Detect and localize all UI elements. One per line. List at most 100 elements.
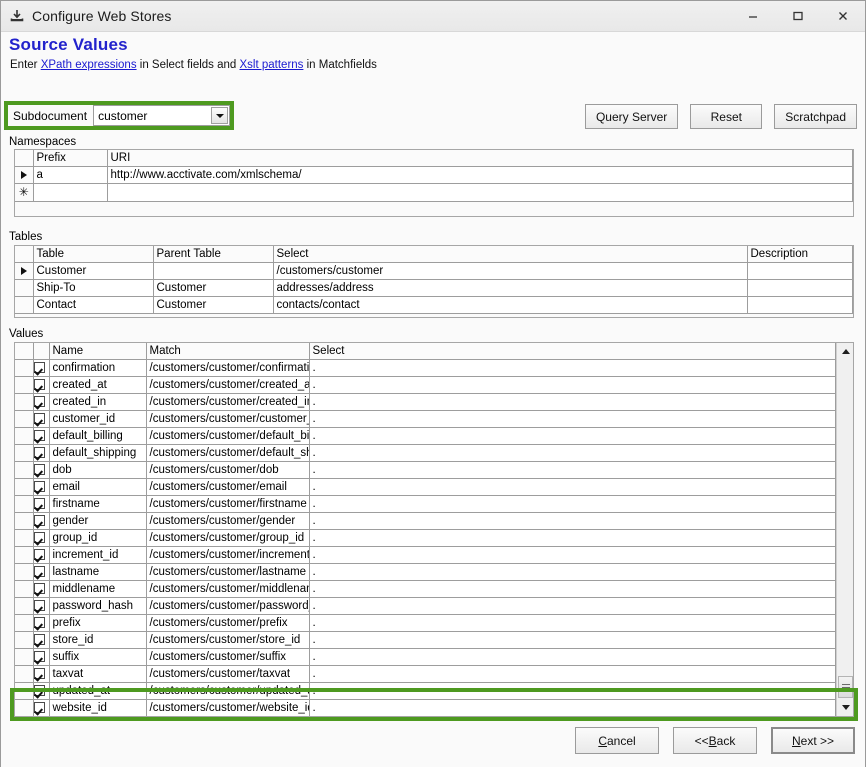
value-select[interactable]: . [309,563,836,581]
checkbox-icon[interactable] [33,583,45,595]
value-select[interactable]: . [309,648,836,666]
scrollbar-thumb[interactable] [838,676,853,698]
value-name[interactable]: default_billing [49,427,147,445]
value-enabled-checkbox[interactable] [33,512,50,530]
value-name[interactable]: password_hash [49,597,147,615]
table-name[interactable]: Customer [33,262,154,280]
value-select[interactable]: . [309,665,836,683]
value-enabled-checkbox[interactable] [33,495,50,513]
next-button[interactable]: Next >> [771,727,855,754]
maximize-icon[interactable] [775,1,820,31]
value-match[interactable]: /customers/customer/updated_at [146,682,310,700]
value-select[interactable]: . [309,495,836,513]
checkbox-icon[interactable] [33,634,45,646]
value-enabled-checkbox[interactable] [33,376,50,394]
table-row[interactable]: Contact Customer contacts/contact [15,296,853,314]
value-enabled-checkbox[interactable] [33,427,50,445]
value-match[interactable]: /customers/customer/created_in [146,393,310,411]
minimize-icon[interactable] [730,1,775,31]
checkbox-icon[interactable] [33,413,45,425]
value-match[interactable]: /customers/customer/increment_id [146,546,310,564]
table-row[interactable]: created_at/customers/customer/created_at… [15,376,836,394]
table-name[interactable]: Contact [33,296,154,314]
checkbox-icon[interactable] [33,702,45,714]
checkbox-icon[interactable] [33,566,45,578]
value-select[interactable]: . [309,427,836,445]
checkbox-icon[interactable] [33,379,45,391]
value-select[interactable]: . [309,393,836,411]
checkbox-icon[interactable] [33,600,45,612]
value-enabled-checkbox[interactable] [33,699,50,716]
table-parent[interactable]: Customer [153,279,274,297]
table-parent[interactable] [153,262,274,280]
value-match[interactable]: /customers/customer/lastname [146,563,310,581]
table-row[interactable]: email/customers/customer/email. [15,478,836,496]
table-parent[interactable]: Customer [153,296,274,314]
checkbox-icon[interactable] [33,549,45,561]
values-vertical-scrollbar[interactable] [836,343,853,716]
table-row[interactable]: middlename/customers/customer/middlename… [15,580,836,598]
cancel-button[interactable]: Cancel [575,727,659,754]
query-server-button[interactable]: Query Server [584,104,679,129]
value-select[interactable]: . [309,699,836,716]
value-match[interactable]: /customers/customer/default_shipping [146,444,310,462]
table-row[interactable]: prefix/customers/customer/prefix. [15,614,836,632]
value-name[interactable]: prefix [49,614,147,632]
table-row-new[interactable]: ✳ [15,183,853,202]
namespace-uri-new[interactable] [107,183,853,202]
table-row[interactable]: confirmation/customers/customer/confirma… [15,359,836,377]
value-enabled-checkbox[interactable] [33,563,50,581]
value-select[interactable]: . [309,376,836,394]
value-match[interactable]: /customers/customer/password_hash [146,597,310,615]
table-description[interactable] [747,262,853,280]
checkbox-icon[interactable] [33,447,45,459]
value-select[interactable]: . [309,410,836,428]
value-match[interactable]: /customers/customer/gender [146,512,310,530]
value-enabled-checkbox[interactable] [33,682,50,700]
xpath-expressions-link[interactable]: XPath expressions [41,59,137,71]
value-match[interactable]: /customers/customer/default_billing [146,427,310,445]
value-match[interactable]: /customers/customer/dob [146,461,310,479]
value-enabled-checkbox[interactable] [33,546,50,564]
close-icon[interactable] [820,1,865,31]
value-name[interactable]: confirmation [49,359,147,377]
value-name[interactable]: created_at [49,376,147,394]
value-select[interactable]: . [309,546,836,564]
table-row[interactable]: lastname/customers/customer/lastname. [15,563,836,581]
table-row[interactable]: default_billing/customers/customer/defau… [15,427,836,445]
value-select[interactable]: . [309,614,836,632]
value-match[interactable]: /customers/customer/firstname [146,495,310,513]
table-select[interactable]: addresses/address [273,279,748,297]
checkbox-icon[interactable] [33,685,45,697]
value-name[interactable]: dob [49,461,147,479]
value-select[interactable]: . [309,529,836,547]
value-enabled-checkbox[interactable] [33,580,50,598]
value-match[interactable]: /customers/customer/middlename [146,580,310,598]
back-button[interactable]: << Back [673,727,757,754]
value-name[interactable]: lastname [49,563,147,581]
table-select[interactable]: /customers/customer [273,262,748,280]
checkbox-icon[interactable] [33,532,45,544]
value-enabled-checkbox[interactable] [33,631,50,649]
value-select[interactable]: . [309,478,836,496]
table-row[interactable]: website_id/customers/customer/website_id… [15,699,836,716]
table-row[interactable]: suffix/customers/customer/suffix. [15,648,836,666]
namespace-prefix-new[interactable] [33,183,108,202]
value-name[interactable]: website_id [49,699,147,716]
scroll-up-icon[interactable] [837,343,853,360]
value-name[interactable]: increment_id [49,546,147,564]
checkbox-icon[interactable] [33,430,45,442]
value-match[interactable]: /customers/customer/suffix [146,648,310,666]
value-match[interactable]: /customers/customer/taxvat [146,665,310,683]
checkbox-icon[interactable] [33,668,45,680]
table-row[interactable]: gender/customers/customer/gender. [15,512,836,530]
table-row[interactable]: updated_at/customers/customer/updated_at… [15,682,836,700]
table-description[interactable] [747,296,853,314]
reset-button[interactable]: Reset [690,104,763,129]
value-select[interactable]: . [309,444,836,462]
checkbox-icon[interactable] [33,362,45,374]
value-name[interactable]: default_shipping [49,444,147,462]
value-name[interactable]: suffix [49,648,147,666]
value-select[interactable]: . [309,580,836,598]
subdocument-select[interactable]: customer [93,105,230,126]
